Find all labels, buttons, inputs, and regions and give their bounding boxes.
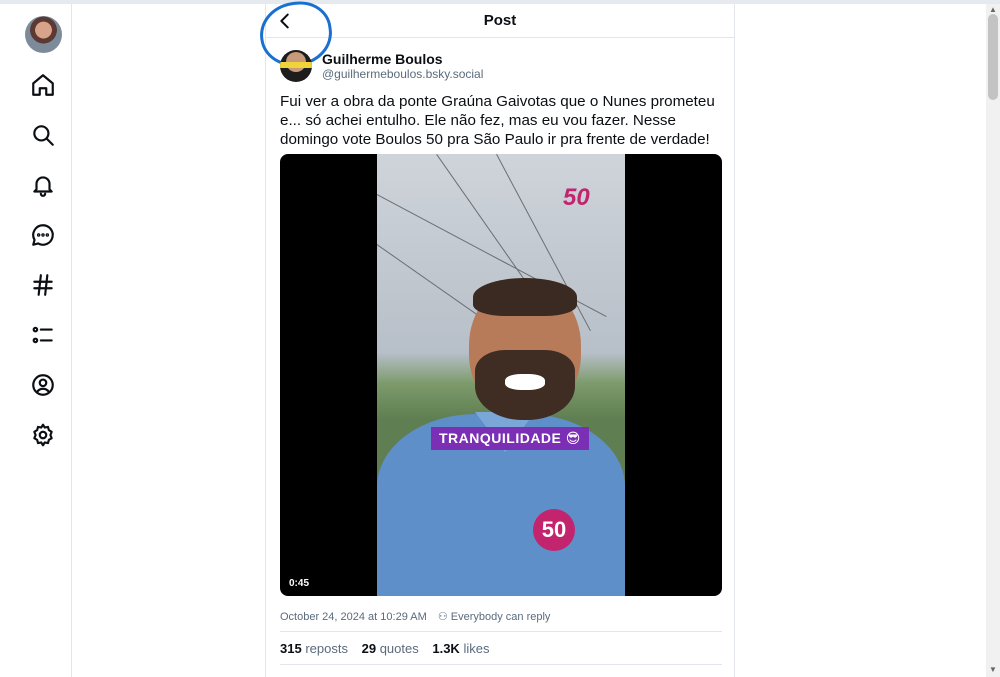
likes-stat[interactable]: 1.3K likes [432,641,489,656]
scroll-up-icon[interactable]: ▲ [989,5,997,14]
chat-icon[interactable] [30,222,56,248]
video-duration: 0:45 [289,578,310,589]
video-player[interactable]: 50 TRANQUILIDADE 😎 50 0:45 [280,154,722,596]
video-caption: TRANQUILIDADE 😎 [431,427,589,450]
post-timestamp[interactable]: October 24, 2024 at 10:29 AM [280,611,427,623]
reply-setting: ⚇ Everybody can reply [438,611,551,623]
bell-icon[interactable] [30,172,56,198]
divider [280,631,722,632]
left-navigation [0,4,72,677]
users-icon: ⚇ [437,611,448,623]
post-header: Post [255,0,734,71]
video-frame: 50 TRANQUILIDADE 😎 50 [377,154,625,596]
author-avatar[interactable] [280,50,312,82]
quotes-stat[interactable]: 29 quotes [362,641,419,656]
divider [280,664,722,665]
current-user-avatar[interactable] [25,16,62,53]
list-icon[interactable] [30,322,56,348]
post-meta: October 24, 2024 at 10:29 AM ⚇ Everybody… [280,610,550,623]
author-name[interactable]: Guilherme Boulos [322,51,443,67]
search-icon[interactable] [30,122,56,148]
post-thread: Post Guilherme Boulos @guilhermeboulos.b… [255,0,735,677]
post-text: Fui ver a obra da ponte Graúna Gaivotas … [280,93,715,148]
page-title: Post [483,12,517,29]
settings-icon[interactable] [30,422,56,448]
scroll-thumb[interactable] [988,14,998,100]
hashtag-icon[interactable] [30,272,56,298]
campaign-badge: 50 [533,509,575,551]
scrollbar[interactable]: ▲ ▼ [986,4,1000,677]
author-handle[interactable]: @guilhermeboulos.bsky.social [322,67,483,81]
reply-setting-label: Everybody can reply [450,611,551,623]
post-stats: 315 reposts 29 quotes 1.3K likes [280,641,499,656]
reposts-stat[interactable]: 315 reposts [280,641,348,656]
campaign-logo: 50 [563,184,590,211]
scroll-down-icon[interactable]: ▼ [989,665,997,674]
profile-icon[interactable] [30,372,56,398]
home-icon[interactable] [30,72,56,98]
